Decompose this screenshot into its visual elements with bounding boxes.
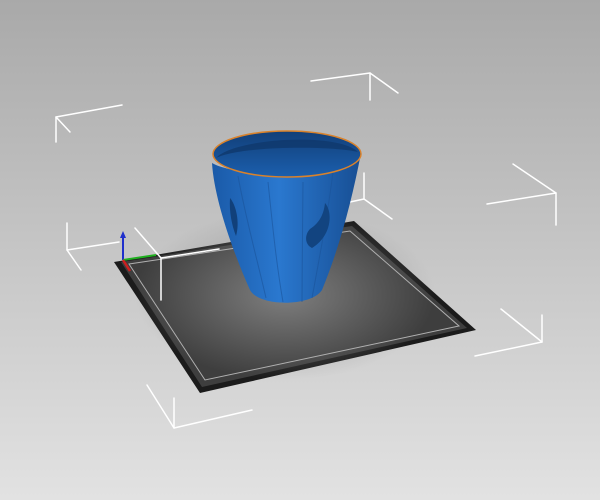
scene-canvas[interactable] <box>0 0 600 500</box>
3d-viewport[interactable] <box>0 0 600 500</box>
